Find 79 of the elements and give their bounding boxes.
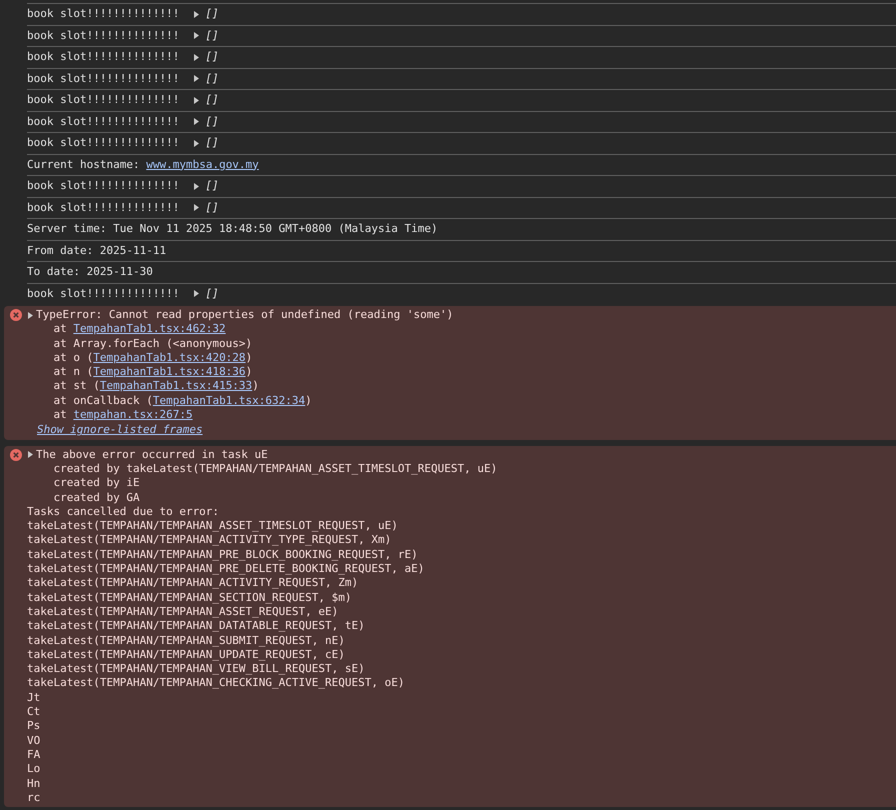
- source-link[interactable]: TempahanTab1.tsx:632:34: [152, 394, 306, 407]
- expand-arrow-icon[interactable]: [28, 312, 33, 319]
- log-message: book slot!!!!!!!!!!!!!!: [27, 114, 180, 128]
- hostname-link[interactable]: www.mymbsa.gov.my: [146, 158, 259, 170]
- error-detail-line: takeLatest(TEMPAHAN/TEMPAHAN_ACTIVITY_REQUEST, Zm): [26, 576, 360, 591]
- array-value[interactable]: []: [205, 72, 219, 86]
- expand-arrow-icon[interactable]: [194, 118, 200, 125]
- array-value[interactable]: []: [205, 286, 219, 300]
- error-icon: [10, 309, 22, 322]
- expand-arrow-icon[interactable]: [194, 32, 200, 39]
- array-value[interactable]: []: [205, 200, 219, 214]
- source-link[interactable]: TempahanTab1.tsx:420:28: [93, 350, 246, 364]
- array-value[interactable]: []: [205, 28, 219, 42]
- expand-arrow-icon[interactable]: [194, 96, 200, 104]
- error-detail-line: Lo: [26, 762, 42, 776]
- source-link[interactable]: TempahanTab1.tsx:415:33: [100, 379, 252, 392]
- log-message: book slot!!!!!!!!!!!!!!: [27, 50, 180, 64]
- source-link[interactable]: tempahan.tsx:267:5: [73, 408, 193, 422]
- error-detail-line: created by GA: [52, 490, 141, 505]
- expand-arrow-icon[interactable]: [194, 204, 200, 211]
- error-detail-line: takeLatest(TEMPAHAN/TEMPAHAN_ASSET_REQUEST, eE): [26, 604, 340, 620]
- array-value[interactable]: []: [205, 50, 219, 64]
- expand-arrow-icon[interactable]: [194, 182, 200, 190]
- error-detail-line: takeLatest(TEMPAHAN/TEMPAHAN_PRE_BLOCK_BOOKING_REQUEST, rE): [26, 548, 419, 562]
- stack-line: at n (TempahanTab1.tsx:418:36): [52, 365, 254, 380]
- log-message: To date: 2025-11-30: [27, 265, 153, 279]
- log-message: book slot!!!!!!!!!!!!!!: [27, 179, 180, 193]
- log-message: book slot!!!!!!!!!!!!!!: [27, 28, 180, 42]
- log-message: Server time: Tue Nov 11 2025 18:48:50 GMT+0800 (Malaysia Time): [27, 222, 438, 236]
- expand-arrow-icon[interactable]: [194, 54, 200, 60]
- stack-line: at st (TempahanTab1.tsx:415:33): [52, 379, 260, 394]
- stack-line: at tempahan.tsx:267:5: [52, 408, 194, 422]
- error-message: TypeError: Cannot read properties of undefined (reading 'some'): [36, 308, 454, 322]
- log-message: book slot!!!!!!!!!!!!!!: [27, 93, 180, 107]
- error-detail-line: Ct: [26, 705, 42, 720]
- error-detail-line: takeLatest(TEMPAHAN/TEMPAHAN_DATATABLE_REQUEST, tE): [26, 619, 366, 634]
- expand-arrow-icon[interactable]: [194, 290, 200, 297]
- error-detail-line: at Array.forEach (<anonymous>): [52, 336, 254, 351]
- log-message: book slot!!!!!!!!!!!!!!: [27, 7, 180, 21]
- error-detail-line: Tasks cancelled due to error:: [26, 504, 220, 520]
- stack-line: at o (TempahanTab1.tsx:420:28): [52, 350, 254, 366]
- error-detail-line: takeLatest(TEMPAHAN/TEMPAHAN_CHECKING_ACTIVE_REQUEST, oE): [26, 676, 406, 691]
- array-value[interactable]: []: [205, 7, 219, 21]
- array-value[interactable]: []: [205, 114, 219, 128]
- log-message: book slot!!!!!!!!!!!!!!: [27, 72, 180, 86]
- array-value[interactable]: []: [205, 136, 219, 150]
- source-link[interactable]: TempahanTab1.tsx:462:32: [73, 322, 226, 336]
- error-detail-line: VO: [26, 734, 42, 748]
- error-detail-line: Jt: [26, 690, 42, 706]
- expand-arrow-icon[interactable]: [194, 10, 200, 18]
- error-detail-line: rc: [26, 790, 42, 806]
- error-detail-line: FA: [26, 748, 42, 762]
- log-message: From date: 2025-11-11: [27, 244, 166, 258]
- error-detail-line: Hn: [26, 776, 42, 791]
- error-detail-line: created by iE: [52, 476, 141, 491]
- show-ignored-frames-link[interactable]: Show ignore-listed frames: [37, 423, 203, 436]
- error-detail-line: takeLatest(TEMPAHAN/TEMPAHAN_PRE_DELETE_BOOKING_REQUEST, aE): [26, 562, 426, 576]
- expand-arrow-icon[interactable]: [194, 75, 200, 82]
- error-message: The above error occurred in task uE: [36, 448, 268, 462]
- error-detail-line: takeLatest(TEMPAHAN/TEMPAHAN_SECTION_REQUEST, $m): [26, 590, 353, 605]
- log-message: book slot!!!!!!!!!!!!!!: [27, 200, 180, 214]
- error-detail-line: takeLatest(TEMPAHAN/TEMPAHAN_ASSET_TIMESLOT_REQUEST, uE): [26, 519, 399, 534]
- source-link[interactable]: TempahanTab1.tsx:418:36: [93, 365, 246, 378]
- array-value[interactable]: []: [205, 93, 219, 107]
- log-message: book slot!!!!!!!!!!!!!!: [27, 286, 180, 300]
- log-message: book slot!!!!!!!!!!!!!!: [27, 136, 180, 150]
- error-detail-line: created by takeLatest(TEMPAHAN/TEMPAHAN_ASSET_TIMESLOT_REQUEST, uE): [52, 462, 498, 476]
- error-detail-line: Ps: [26, 719, 42, 734]
- error-detail-line: takeLatest(TEMPAHAN/TEMPAHAN_SUBMIT_REQUEST, nE): [26, 634, 346, 648]
- error-detail-line: takeLatest(TEMPAHAN/TEMPAHAN_VIEW_BILL_REQUEST, sE): [26, 662, 366, 676]
- log-message: Current hostname: www.mymbsa.gov.my: [27, 158, 259, 172]
- stack-line: at TempahanTab1.tsx:462:32: [52, 322, 227, 337]
- expand-arrow-icon[interactable]: [28, 451, 33, 458]
- stack-line: at onCallback (TempahanTab1.tsx:632:34): [52, 394, 313, 408]
- error-detail-line: takeLatest(TEMPAHAN/TEMPAHAN_UPDATE_REQUEST, cE): [26, 648, 346, 662]
- array-value[interactable]: []: [205, 179, 219, 193]
- error-detail-line: takeLatest(TEMPAHAN/TEMPAHAN_ACTIVITY_TYPE_REQUEST, Xm): [26, 533, 392, 548]
- error-icon: [10, 448, 22, 461]
- expand-arrow-icon[interactable]: [194, 140, 200, 146]
